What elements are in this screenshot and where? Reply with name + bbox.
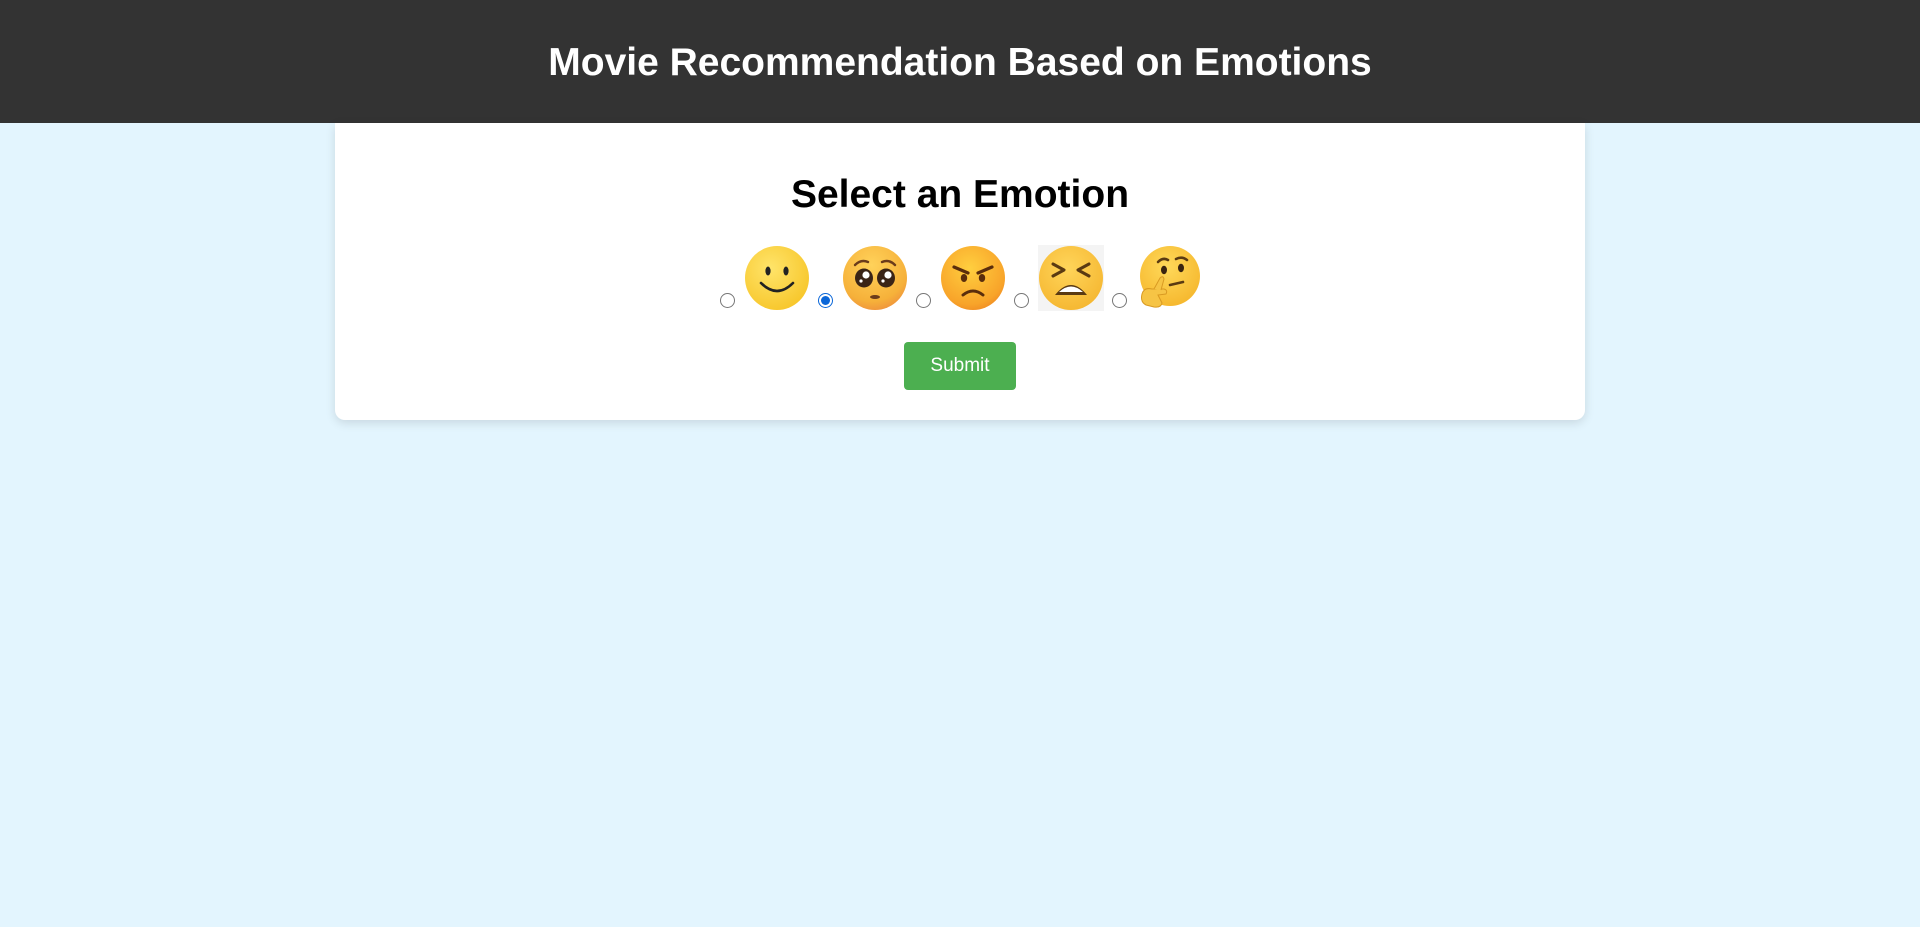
emotion-card: Select an Emotion Submit xyxy=(335,123,1585,420)
emotion-option-happy[interactable] xyxy=(718,245,810,311)
slightly-smiling-face-icon[interactable] xyxy=(744,245,810,311)
thinking-face-icon[interactable] xyxy=(1136,245,1202,311)
emotion-option-sad[interactable] xyxy=(816,245,908,311)
emotion-heading: Select an Emotion xyxy=(790,173,1130,216)
emotion-radio-tired[interactable] xyxy=(1014,293,1029,308)
emotion-option-thinking[interactable] xyxy=(1110,245,1202,311)
emotion-options xyxy=(335,245,1585,311)
emotion-radio-happy[interactable] xyxy=(720,293,735,308)
angry-face-icon[interactable] xyxy=(940,245,1006,311)
emotion-radio-angry[interactable] xyxy=(916,293,931,308)
emotion-option-tired[interactable] xyxy=(1012,245,1104,311)
emotion-radio-sad[interactable] xyxy=(818,293,833,308)
submit-button[interactable]: Submit xyxy=(904,342,1016,390)
pleading-face-icon[interactable] xyxy=(842,245,908,311)
emotion-radio-thinking[interactable] xyxy=(1112,293,1127,308)
page-header: Movie Recommendation Based on Emotions xyxy=(0,0,1920,123)
page-title: Movie Recommendation Based on Emotions xyxy=(548,40,1372,84)
tired-face-icon[interactable] xyxy=(1038,245,1104,311)
emotion-option-angry[interactable] xyxy=(914,245,1006,311)
